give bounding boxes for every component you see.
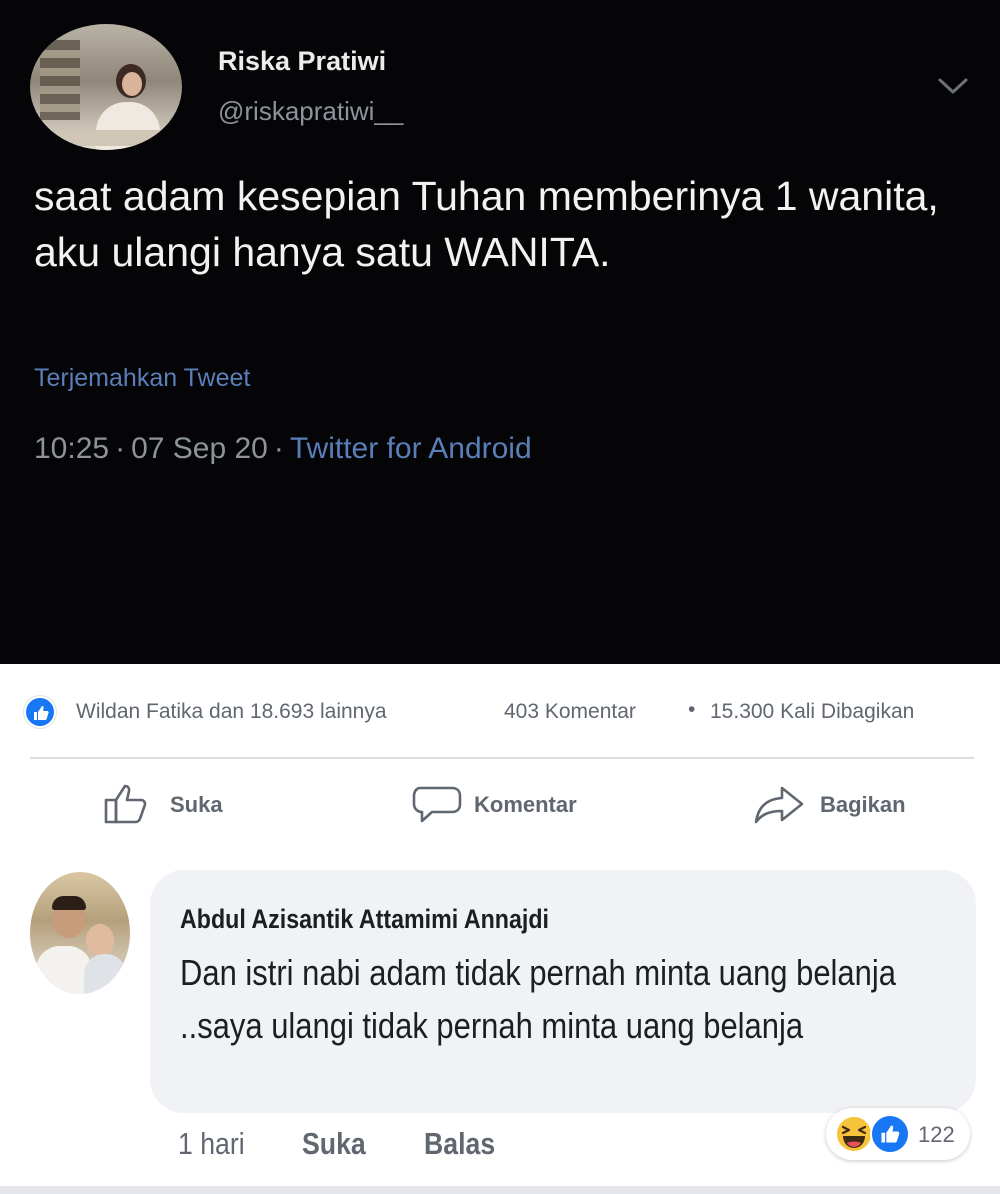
reactors-text[interactable]: Wildan Fatika dan 18.693 lainnya xyxy=(76,700,387,724)
comment-reply-button[interactable]: Balas xyxy=(424,1126,495,1162)
tweet-avatar[interactable] xyxy=(30,24,182,150)
tweet-source[interactable]: Twitter for Android xyxy=(290,432,532,465)
haha-reaction-icon xyxy=(835,1115,873,1153)
like-button[interactable]: Suka xyxy=(102,780,242,828)
tweet-time: 10:25 xyxy=(34,432,110,465)
tweet-card: Riska Pratiwi @riskapratiwi__ saat adam … xyxy=(0,0,1000,664)
reaction-count: 122 xyxy=(918,1122,955,1147)
tweet-meta: 10:25 · 07 Sep 20 · Twitter for Android xyxy=(34,432,532,466)
comment-text: Dan istri nabi adam tidak pernah minta u… xyxy=(180,952,896,1046)
commenter-avatar[interactable] xyxy=(30,872,130,994)
translate-tweet-link[interactable]: Terjemahkan Tweet xyxy=(34,364,250,393)
post-stats: Wildan Fatika dan 18.693 lainnya 403 Kom… xyxy=(24,694,984,728)
share-count[interactable]: 15.300 Kali Dibagikan xyxy=(710,700,914,724)
comment-button-label: Komentar xyxy=(474,792,577,817)
comment-button[interactable]: Komentar xyxy=(410,780,610,828)
share-icon xyxy=(754,786,804,824)
comment-author[interactable]: Abdul Azisantik Attamimi Annajdi xyxy=(180,904,549,935)
meta-separator: · xyxy=(273,432,284,465)
divider xyxy=(30,757,974,759)
tweet-author-name[interactable]: Riska Pratiwi xyxy=(218,46,386,77)
comment-bubble: Abdul Azisantik Attamimi Annajdi Dan ist… xyxy=(150,870,976,1113)
tweet-date[interactable]: 07 Sep 20 xyxy=(131,432,268,465)
thumbs-up-icon xyxy=(104,784,147,824)
comment-icon xyxy=(412,786,462,823)
comment-count[interactable]: 403 Komentar xyxy=(504,700,636,724)
comment-like-button[interactable]: Suka xyxy=(302,1126,366,1162)
comment-time[interactable]: 1 hari xyxy=(178,1126,245,1162)
share-button[interactable]: Bagikan xyxy=(752,780,932,828)
tweet-author-handle[interactable]: @riskapratiwi__ xyxy=(218,96,403,127)
share-button-label: Bagikan xyxy=(820,792,906,817)
comment-reactions[interactable]: 122 xyxy=(826,1108,970,1160)
like-reaction-icon[interactable] xyxy=(24,696,56,728)
stats-separator: • xyxy=(688,698,696,721)
bottom-divider xyxy=(0,1186,1000,1194)
like-reaction-icon xyxy=(870,1114,910,1154)
like-button-label: Suka xyxy=(170,792,223,817)
tweet-text: saat adam kesepian Tuhan memberinya 1 wa… xyxy=(34,173,939,275)
meta-separator: · xyxy=(115,432,126,465)
chevron-down-icon[interactable] xyxy=(936,72,970,98)
